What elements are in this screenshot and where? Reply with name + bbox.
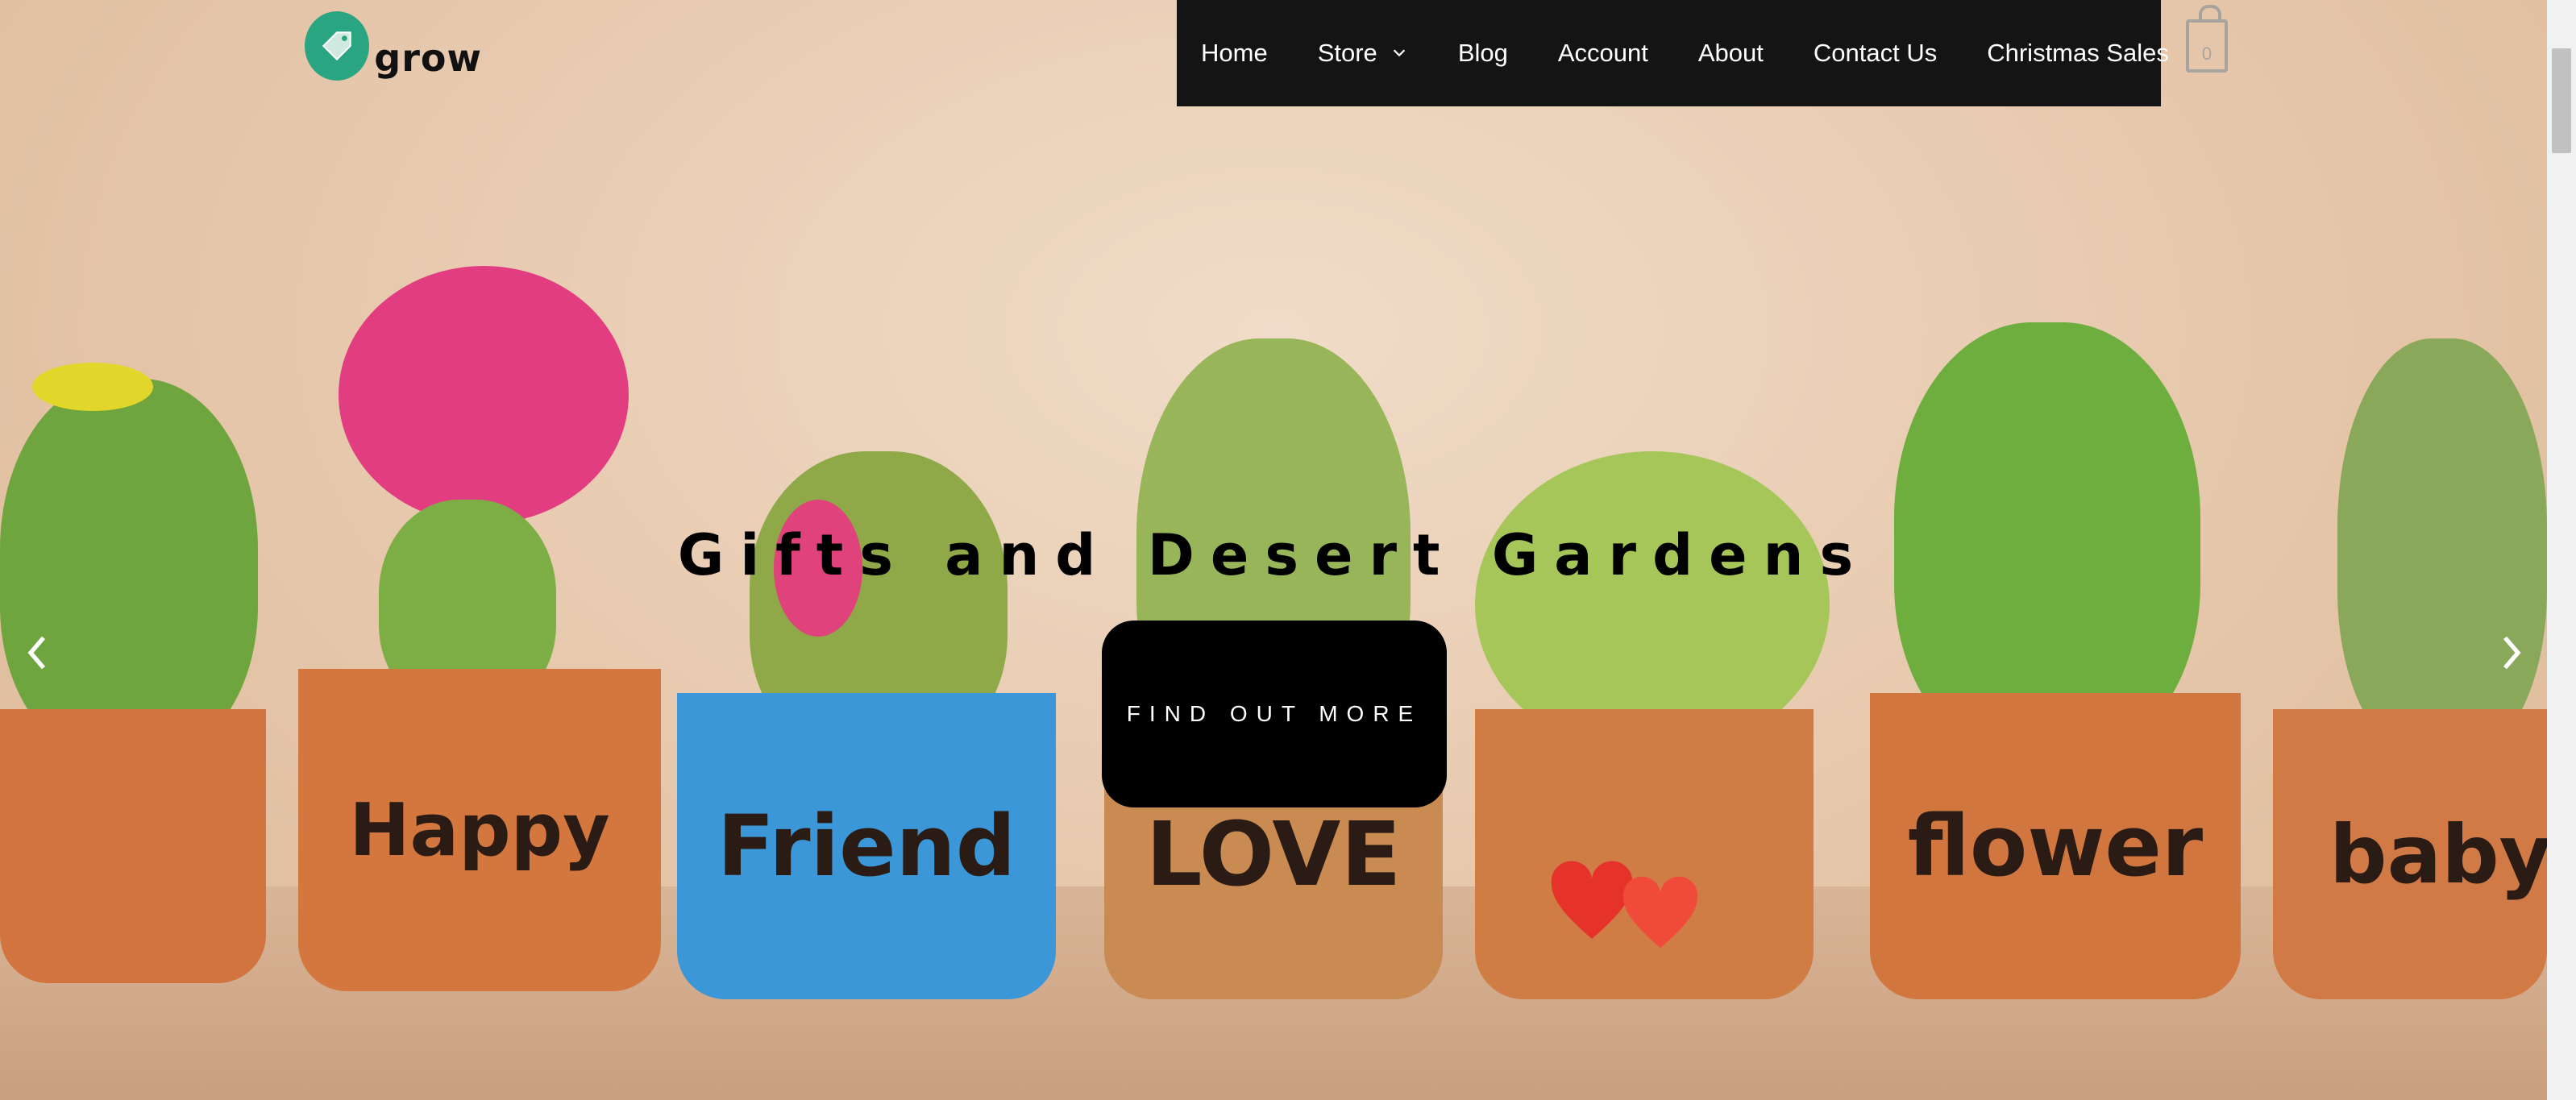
nav-item-store[interactable]: Store bbox=[1318, 39, 1408, 68]
nav-item-christmas-sales[interactable]: Christmas Sales bbox=[1987, 39, 2169, 68]
chevron-down-icon bbox=[1390, 39, 1408, 68]
nav-item-about[interactable]: About bbox=[1698, 39, 1764, 68]
main-navigation: Home Store Blog Account About Contact Us… bbox=[1177, 0, 2169, 106]
nav-item-label: Store bbox=[1317, 39, 1377, 67]
brand-name: grow bbox=[374, 36, 482, 80]
pot-label: flower bbox=[1870, 693, 2241, 999]
find-out-more-button[interactable]: FIND OUT MORE bbox=[1102, 621, 1447, 807]
site-logo[interactable]: grow bbox=[305, 10, 482, 82]
nav-item-home[interactable]: Home bbox=[1201, 39, 1268, 68]
nav-item-account[interactable]: Account bbox=[1558, 39, 1648, 68]
pot-label: baby bbox=[2273, 709, 2547, 999]
nav-item-contact-us[interactable]: Contact Us bbox=[1814, 39, 1937, 68]
scrollbar-thumb[interactable] bbox=[2552, 48, 2571, 153]
pot-label: Friend bbox=[677, 693, 1056, 999]
scrollbar[interactable] bbox=[2547, 0, 2576, 1100]
hero-title: Gifts and Desert Gardens bbox=[677, 522, 1870, 588]
chevron-right-icon[interactable] bbox=[2495, 630, 2528, 675]
nav-item-blog[interactable]: Blog bbox=[1458, 39, 1508, 68]
cart-count: 0 bbox=[2201, 44, 2212, 64]
tag-icon bbox=[305, 11, 370, 81]
pot-label: Happy bbox=[298, 669, 661, 991]
heart-decoration bbox=[1539, 854, 1725, 967]
cart-icon[interactable]: 0 bbox=[2186, 5, 2228, 73]
chevron-left-icon[interactable] bbox=[21, 630, 53, 675]
